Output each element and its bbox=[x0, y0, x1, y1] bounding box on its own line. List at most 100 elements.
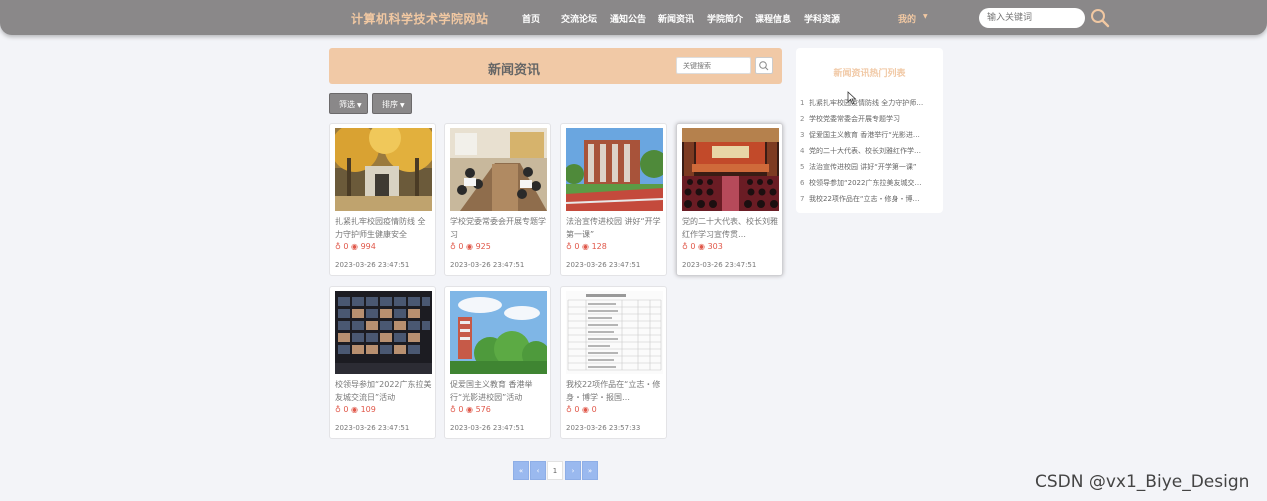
news-thumbnail[interactable] bbox=[335, 128, 432, 211]
news-card[interactable]: 法治宣传进校园 讲好“开学第一课” ♁ 0 ◉ 128 2023-03-26 2… bbox=[560, 123, 667, 276]
news-thumbnail[interactable] bbox=[450, 291, 547, 374]
news-card-title[interactable]: 扎紧扎牢校园疫情防线 全力守护师生健康安全 bbox=[335, 215, 433, 241]
nav-mine[interactable]: 我的 bbox=[898, 12, 916, 25]
thumbs-up-icon: ♁ bbox=[450, 405, 456, 414]
hot-news-rank: 2 bbox=[800, 115, 805, 123]
news-thumbnail[interactable] bbox=[450, 128, 547, 211]
news-thumbnail[interactable] bbox=[566, 128, 663, 211]
news-thumbnail[interactable] bbox=[682, 128, 779, 211]
eye-icon: ◉ bbox=[582, 242, 590, 251]
thumbs-up-icon: ♁ bbox=[335, 242, 341, 251]
nav-courses[interactable]: 课程信息 bbox=[755, 12, 791, 25]
nav-news[interactable]: 新闻资讯 bbox=[658, 12, 694, 25]
hot-news-title: 新闻资讯热门列表 bbox=[833, 69, 906, 79]
hot-news-item[interactable]: 3 促爱国主义教育 香港举行“光影进… bbox=[800, 130, 940, 140]
hot-news-item[interactable]: 7 我校22项作品在“立志・修身・博… bbox=[800, 194, 940, 204]
hot-news-item[interactable]: 2 学校党委常委会开展专题学习 bbox=[800, 114, 940, 124]
news-card-stats: ♁ 0 ◉ 925 bbox=[450, 242, 491, 251]
news-card[interactable]: 学校党委常委会开展专题学习 ♁ 0 ◉ 925 2023-03-26 23:47… bbox=[444, 123, 551, 276]
like-count: 0 bbox=[458, 242, 464, 251]
hot-news-text[interactable]: 扎紧扎牢校园疫情防线 全力守护师… bbox=[809, 99, 923, 107]
hot-news-rank: 7 bbox=[800, 195, 805, 203]
news-card-stats: ♁ 0 ◉ 128 bbox=[566, 242, 607, 251]
news-card-title[interactable]: 我校22项作品在“立志・修身・博学・报国… bbox=[566, 378, 664, 404]
watermark: CSDN @vx1_Biye_Design bbox=[1035, 472, 1250, 492]
caret-down-icon[interactable]: ▼ bbox=[923, 13, 928, 20]
news-panel-header: 新闻资讯 bbox=[329, 48, 782, 84]
hot-news-text[interactable]: 校领导参加“2022广东拉美友城交… bbox=[809, 179, 921, 187]
like-count: 0 bbox=[343, 242, 349, 251]
nav-college-intro[interactable]: 学院简介 bbox=[707, 12, 743, 25]
news-card[interactable]: 我校22项作品在“立志・修身・博学・报国… ♁ 0 ◉ 0 2023-03-26… bbox=[560, 286, 667, 439]
thumbs-up-icon: ♁ bbox=[450, 242, 456, 251]
news-card-stats: ♁ 0 ◉ 0 bbox=[566, 405, 597, 414]
news-card-time: 2023-03-26 23:57:33 bbox=[566, 424, 641, 432]
top-navbar: 计算机科学技术学院网站 首页 交流论坛 通知公告 新闻资讯 学院简介 课程信息 … bbox=[0, 0, 1267, 35]
hot-news-text[interactable]: 法治宣传进校园 讲好“开学第一课” bbox=[809, 163, 916, 171]
filter-dropdown[interactable]: 筛选 ▼ bbox=[329, 93, 368, 114]
like-count: 0 bbox=[690, 242, 696, 251]
hot-news-text[interactable]: 学校党委常委会开展专题学习 bbox=[809, 115, 900, 123]
site-title[interactable]: 计算机科学技术学院网站 bbox=[351, 10, 489, 27]
news-card-stats: ♁ 0 ◉ 303 bbox=[682, 242, 723, 251]
news-card[interactable]: 扎紧扎牢校园疫情防线 全力守护师生健康安全 ♁ 0 ◉ 994 2023-03-… bbox=[329, 123, 436, 276]
news-card-time: 2023-03-26 23:47:51 bbox=[450, 424, 525, 432]
news-card[interactable]: 校领导参加“2022广东拉美友城交流日”活动 ♁ 0 ◉ 109 2023-03… bbox=[329, 286, 436, 439]
view-count: 303 bbox=[707, 242, 723, 251]
hot-news-item[interactable]: 1 扎紧扎牢校园疫情防线 全力守护师… bbox=[800, 98, 940, 108]
news-thumbnail[interactable] bbox=[566, 291, 663, 374]
hot-news-item[interactable]: 6 校领导参加“2022广东拉美友城交… bbox=[800, 178, 940, 188]
view-count: 925 bbox=[475, 242, 491, 251]
hot-news-item[interactable]: 4 党的二十大代表、校长刘雅红作学… bbox=[800, 146, 940, 156]
nav-forum[interactable]: 交流论坛 bbox=[561, 12, 597, 25]
hot-news-text[interactable]: 我校22项作品在“立志・修身・博… bbox=[809, 195, 920, 203]
search-icon[interactable] bbox=[1090, 8, 1110, 28]
news-card-title[interactable]: 学校党委常委会开展专题学习 bbox=[450, 215, 548, 241]
news-card[interactable]: 促爱国主义教育 香港举行“光影进校园”活动 ♁ 0 ◉ 576 2023-03-… bbox=[444, 286, 551, 439]
news-card-time: 2023-03-26 23:47:51 bbox=[682, 261, 757, 269]
keyword-search-button[interactable] bbox=[755, 57, 773, 74]
news-card-stats: ♁ 0 ◉ 576 bbox=[450, 405, 491, 414]
news-card-time: 2023-03-26 23:47:51 bbox=[335, 261, 410, 269]
eye-icon: ◉ bbox=[351, 405, 359, 414]
page-1-button[interactable]: 1 bbox=[547, 461, 563, 480]
nav-home[interactable]: 首页 bbox=[522, 12, 540, 25]
like-count: 0 bbox=[574, 405, 580, 414]
mouse-cursor-icon bbox=[847, 90, 857, 109]
news-thumbnail[interactable] bbox=[335, 291, 432, 374]
eye-icon: ◉ bbox=[582, 405, 590, 414]
news-card-title[interactable]: 校领导参加“2022广东拉美友城交流日”活动 bbox=[335, 378, 433, 404]
search-input[interactable] bbox=[979, 8, 1085, 28]
hot-news-text[interactable]: 促爱国主义教育 香港举行“光影进… bbox=[809, 131, 920, 139]
view-count: 576 bbox=[475, 405, 491, 414]
thumbs-up-icon: ♁ bbox=[682, 242, 688, 251]
thumbs-up-icon: ♁ bbox=[335, 405, 341, 414]
next-page-button[interactable]: › bbox=[565, 461, 581, 480]
news-card-title[interactable]: 法治宣传进校园 讲好“开学第一课” bbox=[566, 215, 664, 241]
first-page-button[interactable]: « bbox=[513, 461, 529, 480]
prev-page-button[interactable]: ‹ bbox=[530, 461, 546, 480]
view-count: 109 bbox=[360, 405, 376, 414]
hot-news-rank: 4 bbox=[800, 147, 805, 155]
news-card-stats: ♁ 0 ◉ 994 bbox=[335, 242, 376, 251]
filter-label: 筛选 bbox=[339, 100, 355, 109]
hot-news-text[interactable]: 党的二十大代表、校长刘雅红作学… bbox=[809, 147, 921, 155]
keyword-search-input[interactable] bbox=[676, 57, 751, 74]
view-count: 994 bbox=[360, 242, 376, 251]
nav-resources[interactable]: 学科资源 bbox=[804, 12, 840, 25]
sort-label: 排序 bbox=[382, 100, 398, 109]
nav-notice[interactable]: 通知公告 bbox=[610, 12, 646, 25]
caret-down-icon: ▼ bbox=[400, 102, 405, 109]
news-card-title[interactable]: 党的二十大代表、校长刘雅红作学习宣传贯… bbox=[682, 215, 780, 241]
sort-dropdown[interactable]: 排序 ▼ bbox=[372, 93, 412, 114]
news-card-title[interactable]: 促爱国主义教育 香港举行“光影进校园”活动 bbox=[450, 378, 548, 404]
hot-news-item[interactable]: 5 法治宣传进校园 讲好“开学第一课” bbox=[800, 162, 940, 172]
thumbs-up-icon: ♁ bbox=[566, 405, 572, 414]
hot-news-panel: 新闻资讯热门列表 1 扎紧扎牢校园疫情防线 全力守护师… 2 学校党委常委会开展专题… bbox=[796, 48, 943, 213]
news-card-time: 2023-03-26 23:47:51 bbox=[450, 261, 525, 269]
news-card[interactable]: 党的二十大代表、校长刘雅红作学习宣传贯… ♁ 0 ◉ 303 2023-03-2… bbox=[676, 123, 783, 276]
caret-down-icon: ▼ bbox=[357, 102, 362, 109]
eye-icon: ◉ bbox=[351, 242, 359, 251]
like-count: 0 bbox=[574, 242, 580, 251]
last-page-button[interactable]: » bbox=[582, 461, 598, 480]
